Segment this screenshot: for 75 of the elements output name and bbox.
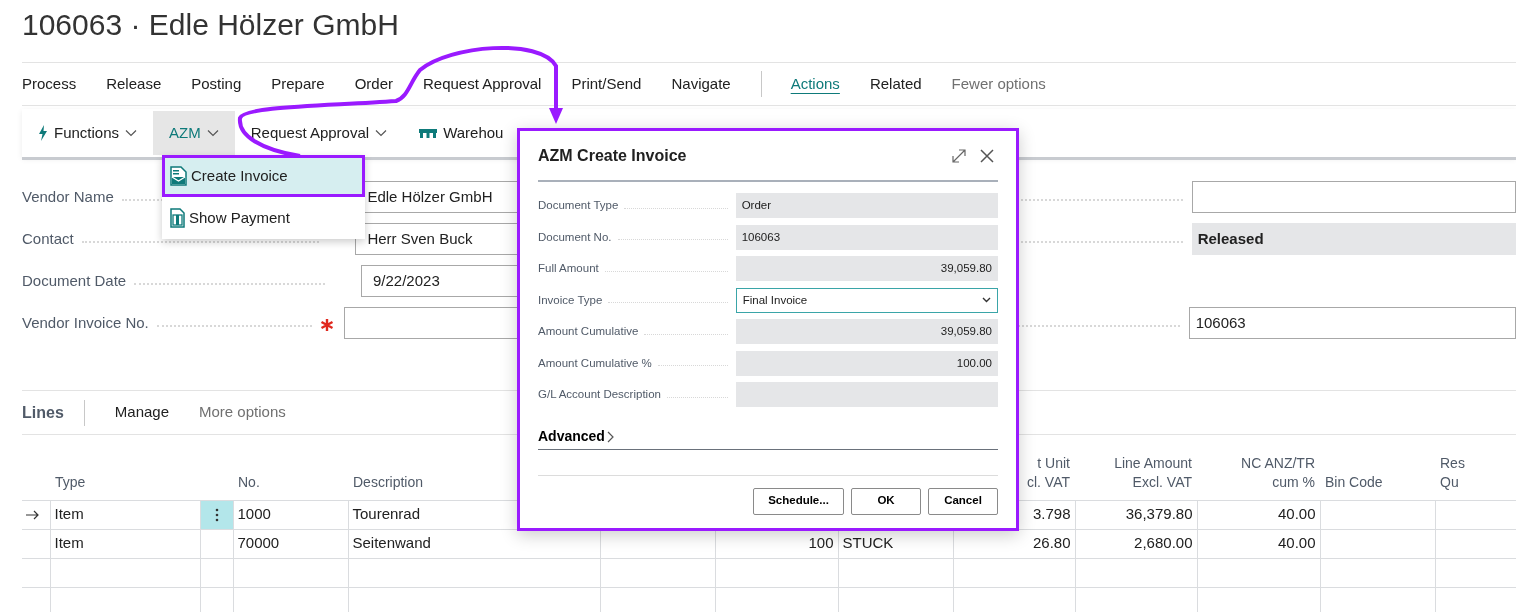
field-label: Vendor Name [22, 186, 114, 207]
section-title: Lines [22, 399, 85, 426]
field-label: Contact [22, 228, 74, 249]
table-cell: 1000 [237, 505, 271, 523]
readonly-field: 39,059.80 [735, 319, 998, 345]
dialog-button[interactable]: Schedule... [753, 487, 844, 515]
chevron-down-icon [982, 297, 991, 304]
readonly-field: 39,059.80 [735, 256, 998, 282]
more-icon[interactable] [214, 508, 219, 523]
lightning-icon [38, 125, 48, 141]
document-icon [170, 208, 185, 228]
table-cell: Tourenrad [352, 505, 421, 523]
field-label: Document Type [538, 198, 619, 214]
fewer-options-link[interactable]: Fewer options [951, 72, 1046, 96]
table-cell: 26.80 [1032, 534, 1071, 552]
menu-item[interactable]: Show Payment [162, 197, 365, 239]
page-title: 106063 · Edle Hölzer GmbH [22, 7, 400, 43]
table-cell: 100 [808, 534, 834, 552]
menu-item[interactable]: Create Invoice [162, 155, 365, 197]
column-header[interactable]: Bin Code [1325, 472, 1430, 492]
column-header[interactable]: No. [238, 472, 343, 492]
toolbar-button[interactable]: Request Approval [234, 111, 404, 155]
table-cell: Item [54, 534, 84, 552]
lines-action[interactable]: More options [199, 401, 286, 424]
action-tab[interactable]: Process [22, 72, 77, 96]
input-field[interactable]: 106063 [1188, 307, 1516, 339]
dialog-button[interactable]: OK [851, 487, 921, 515]
action-tab[interactable]: Related [869, 72, 922, 96]
action-tab[interactable]: Request Approval [423, 72, 542, 96]
readonly-field: Order [735, 193, 998, 219]
lines-action[interactable]: Manage [114, 401, 169, 424]
field-label: Document Date [22, 270, 127, 291]
expand-icon[interactable] [951, 147, 967, 164]
table-cell: 70000 [237, 534, 280, 552]
action-tab[interactable]: Order [354, 72, 393, 96]
field-label: Full Amount [538, 261, 599, 277]
toolbar-button[interactable]: AZM [153, 111, 235, 155]
table-cell: 40.00 [1277, 534, 1316, 552]
table-cell: Seitenwand [352, 534, 431, 552]
table-cell: STUCK [842, 534, 894, 552]
column-header[interactable]: Type [55, 472, 195, 492]
readonly-field: 100.00 [735, 350, 998, 376]
field-label: Document No. [538, 229, 612, 245]
warehouse-icon [419, 127, 438, 139]
action-tab[interactable]: Actions [790, 72, 840, 96]
toolbar-button[interactable]: Functions [22, 111, 154, 155]
field-label: G/L Account Description [538, 387, 661, 403]
chevron-right-icon [606, 430, 614, 443]
table-cell: Item [54, 505, 84, 523]
status-field: Released [1191, 223, 1516, 255]
action-tab[interactable]: Navigate [671, 72, 731, 96]
field-label: Amount Cumulative [538, 324, 639, 340]
table-cell: 3.798 [1032, 505, 1071, 523]
toolbar-button[interactable]: Warehou [403, 111, 520, 155]
field-label: Vendor Invoice No. [22, 312, 149, 333]
action-tab[interactable]: Prepare [271, 72, 325, 96]
dialog-button[interactable]: Cancel [928, 487, 998, 515]
column-header[interactable]: Res Qu [1440, 453, 1516, 492]
document-icon [170, 166, 187, 186]
close-icon[interactable] [979, 147, 995, 164]
dropdown-field[interactable]: Final Invoice [735, 287, 998, 313]
dialog-title: AZM Create Invoice [538, 145, 688, 166]
table-cell: 40.00 [1277, 505, 1316, 523]
table-cell: 2,680.00 [1134, 534, 1193, 552]
action-tab[interactable]: Posting [191, 72, 242, 96]
column-header[interactable]: NC ANZ/TR cum % [1202, 453, 1315, 492]
section-toggle[interactable]: Advanced [538, 424, 998, 450]
readonly-field: 106063 [735, 224, 998, 250]
field-label: Amount Cumulative % [538, 355, 652, 371]
action-tab[interactable]: Release [106, 72, 162, 96]
field-label: Invoice Type [538, 292, 603, 308]
input-field[interactable] [1191, 181, 1516, 213]
column-header[interactable]: Line Amount Excl. VAT [1080, 453, 1192, 492]
table-cell: 36,379.80 [1125, 505, 1193, 523]
action-tab[interactable]: Print/Send [571, 72, 642, 96]
